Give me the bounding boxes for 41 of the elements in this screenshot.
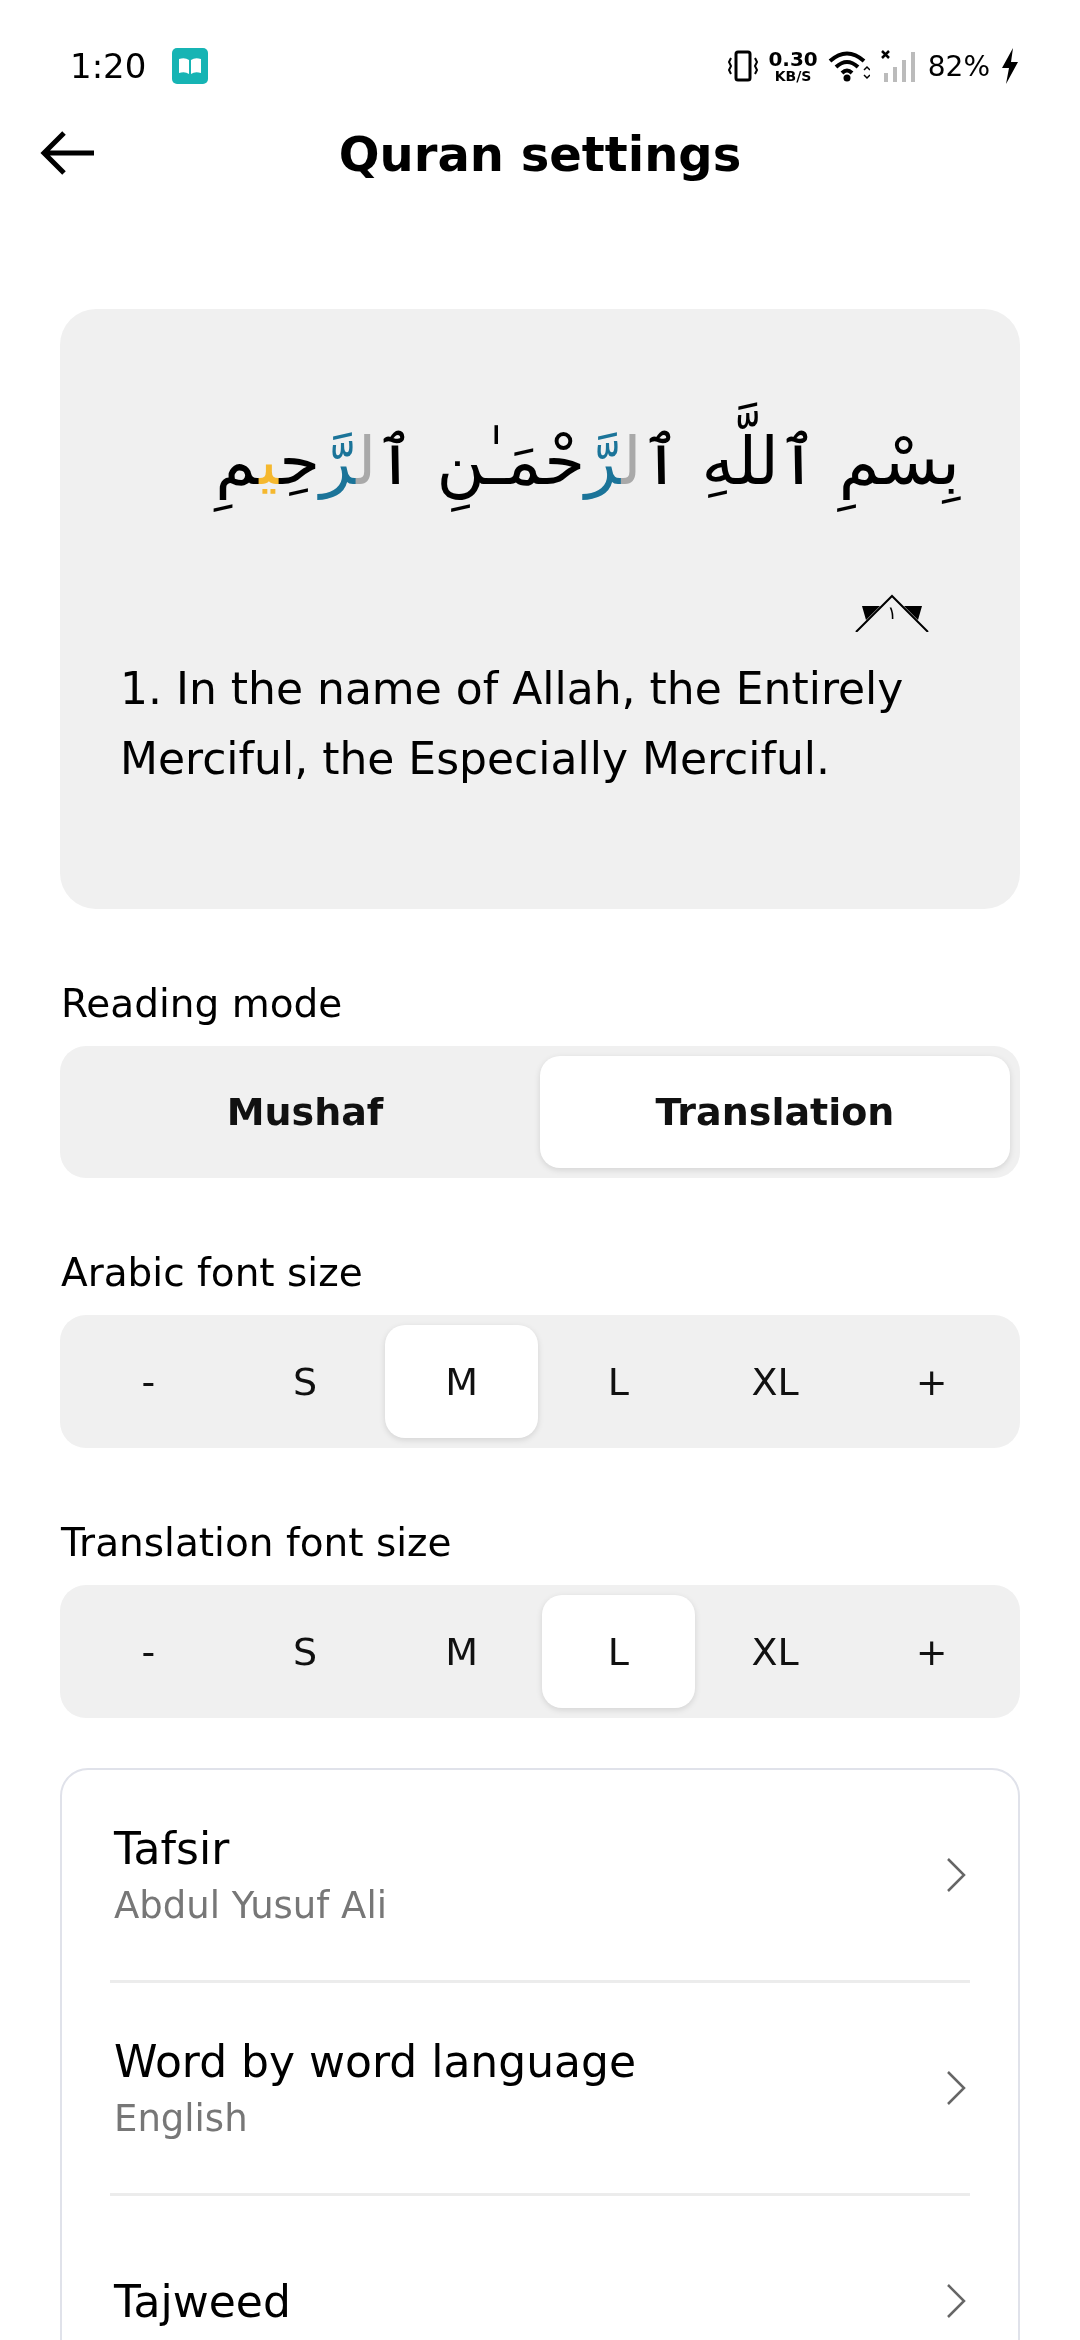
size-option[interactable]: + [855,1595,1009,1708]
item-title: Word by word language [114,2036,637,2087]
size-option[interactable]: L [542,1595,695,1708]
vibrate-icon [728,49,759,83]
size-option[interactable]: XL [698,1595,852,1708]
wifi-icon [827,50,870,82]
status-time: 1:20 [70,46,147,86]
verse-translation: 1. In the name of Allah, the Entirely Merciful, the Especially Merciful. [120,662,905,787]
size-option[interactable]: - [72,1325,225,1438]
settings-item[interactable]: Tafsir Abdul Yusuf Ali [110,1770,970,1980]
mode-tab[interactable]: Mushaf [70,1056,540,1168]
page-title: Quran settings [338,126,742,182]
settings-item[interactable]: Tajweed [110,2196,970,2340]
size-option[interactable]: XL [698,1325,852,1438]
section-label: Reading mode [61,981,344,1026]
size-option[interactable]: M [385,1595,538,1708]
chevron-right-icon [946,2070,966,2106]
arabic-verse: بِسْمِ ٱللَّهِ ٱلرَّحْمَـٰنِ ٱلرَّحِيمِ [120,389,960,535]
section-label: Translation font size [61,1520,453,1565]
book-app-icon [172,48,209,84]
size-option[interactable]: L [542,1325,695,1438]
size-option[interactable]: S [228,1325,382,1438]
back-arrow-icon [40,131,96,175]
chevron-right-icon [946,1857,966,1893]
network-speed: 0.30 [768,49,818,69]
chevron-right-icon [946,2283,966,2319]
battery-percent: 82% [927,49,990,83]
size-option[interactable]: M [385,1325,538,1438]
mode-tab[interactable]: Translation [540,1056,1010,1168]
speed-unit: KB/S [774,69,812,83]
item-title: Tafsir [114,1823,231,1874]
size-option[interactable]: + [855,1325,1009,1438]
item-title: Tajweed [114,2275,291,2327]
signal-icon [879,49,918,83]
section-label: Arabic font size [61,1250,364,1295]
settings-item[interactable]: Word by word language English [110,1983,970,2193]
size-option[interactable]: S [228,1595,382,1708]
size-option[interactable]: - [72,1595,225,1708]
item-subtitle: Abdul Yusuf Ali [114,1884,387,1927]
charging-icon [1000,48,1020,84]
item-subtitle: English [114,2097,249,2140]
